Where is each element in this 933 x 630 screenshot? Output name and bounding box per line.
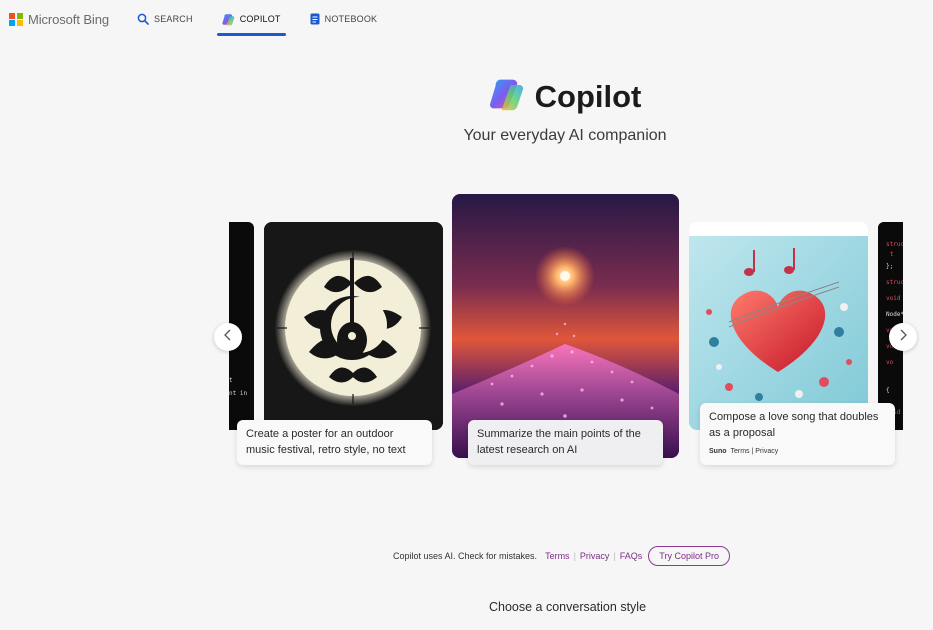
attribution-terms-link[interactable]: Terms [731, 448, 750, 455]
carousel-card-research[interactable] [452, 194, 679, 458]
copilot-hero: Copilot [0, 76, 933, 117]
tab-copilot-label: COPILOT [239, 14, 281, 24]
card-caption-love-song-text: Compose a love song that doubles as a pr… [709, 411, 879, 439]
faqs-link[interactable]: FAQs [620, 551, 643, 561]
chevron-right-icon [898, 328, 908, 346]
try-copilot-pro-button[interactable]: Try Copilot Pro [648, 546, 730, 566]
copilot-logo-icon [489, 76, 525, 117]
card-attribution: Suno Terms | Privacy [709, 448, 779, 455]
svg-text:struc: struc [886, 279, 903, 286]
tab-search[interactable]: SEARCH [132, 0, 198, 38]
svg-text:{: { [886, 387, 890, 394]
copilot-icon [222, 13, 235, 26]
top-bar: Microsoft Bing SEARCH COPILOT NOTEBOOK [0, 0, 933, 40]
carousel-card-poster[interactable] [264, 222, 443, 430]
tab-copilot[interactable]: COPILOT [216, 0, 286, 38]
svg-text:t: t [890, 251, 894, 258]
card-caption-research[interactable]: Summarize the main points of the latest … [468, 420, 663, 465]
page-title: Copilot [534, 78, 642, 114]
svg-text:struc: struc [886, 241, 903, 248]
card-caption-poster[interactable]: Create a poster for an outdoor music fes… [237, 420, 432, 465]
svg-text:};: }; [886, 263, 893, 270]
svg-text:Node*: Node* [886, 311, 903, 318]
love-song-image [689, 222, 868, 430]
chevron-left-icon [223, 328, 233, 346]
carousel-card-love-song[interactable] [689, 222, 868, 430]
ai-disclaimer: Copilot uses AI. Check for mistakes. Ter… [393, 545, 730, 567]
conversation-style-heading: Choose a conversation style [488, 600, 647, 614]
terms-link[interactable]: Terms [545, 551, 570, 561]
microsoft-logo-icon [9, 12, 23, 27]
tab-notebook-label: NOTEBOOK [324, 14, 378, 24]
festival-poster-image [264, 222, 443, 430]
card-caption-love-song[interactable]: Compose a love song that doubles as a pr… [700, 403, 895, 465]
code-snippet: t nt in [229, 377, 248, 397]
brand-name: Microsoft Bing [28, 12, 109, 27]
tab-notebook[interactable]: NOTEBOOK [305, 0, 383, 38]
tab-search-label: SEARCH [154, 14, 193, 24]
svg-text:void: void [886, 295, 901, 302]
research-summary-image [452, 194, 679, 458]
privacy-link[interactable]: Privacy [580, 551, 610, 561]
bing-logo[interactable]: Microsoft Bing [9, 12, 109, 27]
carousel-prev-button[interactable] [214, 323, 242, 351]
carousel-next-button[interactable] [889, 323, 917, 351]
attribution-privacy-link[interactable]: Privacy [755, 448, 778, 455]
search-icon [137, 13, 149, 25]
page-subtitle: Your everyday AI companion [463, 127, 667, 144]
disclaimer-text: Copilot uses AI. Check for mistakes. [393, 551, 538, 561]
attribution-brand: Suno [709, 448, 727, 455]
main-nav: SEARCH COPILOT NOTEBOOK [132, 0, 401, 40]
svg-text:vo: vo [886, 359, 894, 366]
notebook-icon [310, 13, 320, 25]
